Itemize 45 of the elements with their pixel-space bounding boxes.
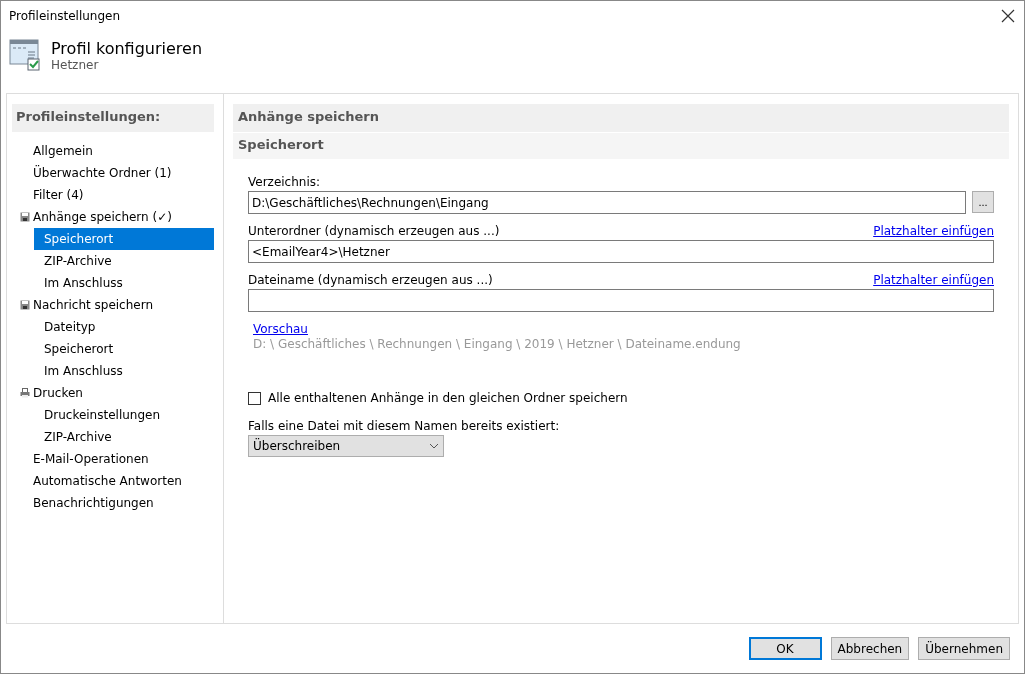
section-heading: Anhänge speichern [233,104,1009,132]
preview-path: D: \ Geschäftliches \ Rechnungen \ Eingang \ 2019 \ Hetzner \ Dateiname.endung [253,337,742,351]
sidebar-item[interactable]: Benachrichtigungen [12,492,214,514]
profile-name: Hetzner [51,58,100,72]
sidebar-item[interactable]: ZIP-Archive [34,250,214,272]
dialog-title: Profil konfigurieren [51,39,203,58]
checkbox[interactable] [248,391,261,405]
sidebar-item[interactable]: Speicherort [34,228,214,250]
field-label: Verzeichnis: [248,175,321,189]
field-label: Falls eine Datei mit diesem Namen bereits existiert: [248,419,561,433]
sidebar-item[interactable]: Filter (4) [12,184,214,206]
input-field[interactable]: <EmailYear4>\Hetzner [248,240,994,263]
field-label: Dateiname (dynamisch erzeugen aus ...) [248,273,493,287]
sidebar-item[interactable]: Allgemein [12,140,214,162]
window-settings-icon [9,39,41,71]
window-title: Profileinstellungen [9,9,121,23]
subsection-heading: Speicherort [233,133,1009,159]
close-icon[interactable] [1000,8,1016,24]
browse-button[interactable]: ... [972,191,994,213]
insert-placeholder-link[interactable]: Platzhalter einfügen [873,273,994,287]
dialog-button[interactable]: Übernehmen [918,637,1010,660]
input-field[interactable]: D:\Geschäftliches\Rechnungen\Eingang [248,191,966,214]
sidebar-item[interactable]: Im Anschluss [34,272,214,294]
sidebar-item[interactable]: Im Anschluss [34,360,214,382]
chevron-down-icon [429,443,439,449]
dropdown[interactable]: Überschreiben [248,435,444,457]
preview-link[interactable]: Vorschau [253,322,308,336]
sidebar-item[interactable]: Drucken [12,382,214,404]
sidebar-item[interactable]: E-Mail-Operationen [12,448,214,470]
sidebar-heading: Profileinstellungen: [12,104,214,132]
sidebar-item[interactable]: Automatische Antworten [12,470,214,492]
sidebar-item[interactable]: ZIP-Archive [34,426,214,448]
dialog-button[interactable]: OK [748,637,822,660]
sidebar-item[interactable]: Dateityp [34,316,214,338]
sidebar-item[interactable]: Nachricht speichern [12,294,214,316]
sidebar-item[interactable]: Druckeinstellungen [34,404,214,426]
insert-placeholder-link[interactable]: Platzhalter einfügen [873,224,994,238]
sidebar-item[interactable]: Speicherort [34,338,214,360]
field-label: Unterordner (dynamisch erzeugen aus ...) [248,224,500,238]
printer-icon [20,388,30,398]
checkbox-label: Alle enthaltenen Anhänge in den gleichen Ordner speichern [268,391,628,405]
input-field[interactable] [248,289,994,312]
dialog-button[interactable]: Abbrechen [830,637,910,660]
sidebar-item[interactable]: Überwachte Ordner (1) [12,162,214,184]
sidebar-item[interactable]: Anhänge speichern (✓) [12,206,214,228]
